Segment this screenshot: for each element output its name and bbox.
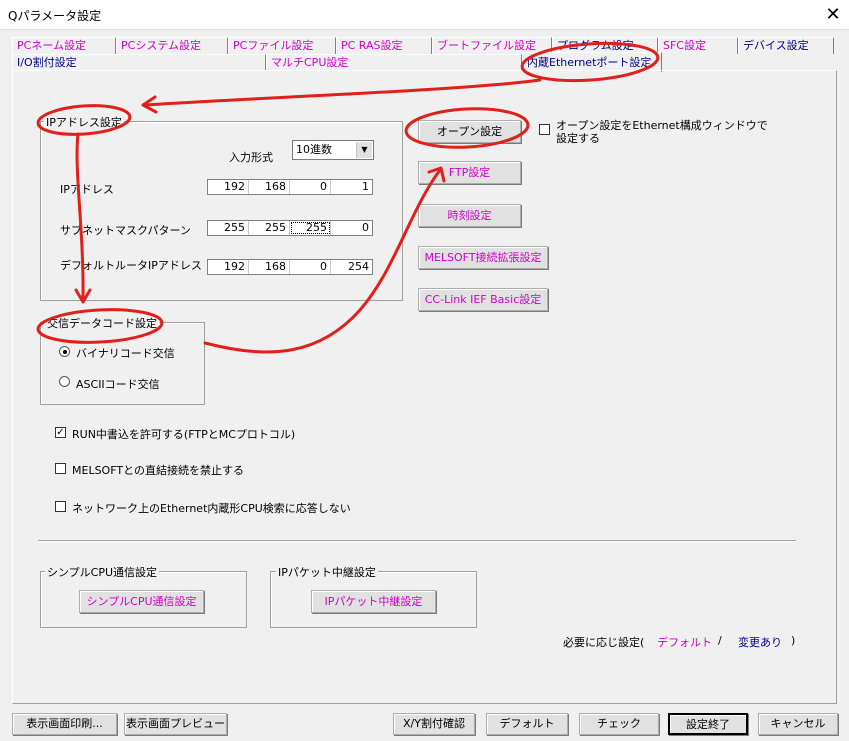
tab-label: ブートファイル設定 <box>437 39 536 52</box>
run-write-checkbox[interactable]: ✓ <box>55 427 66 438</box>
no-search-response-checkbox[interactable] <box>55 501 66 512</box>
subnet-octet[interactable]: 255 <box>249 221 290 235</box>
ftp-settings-button[interactable]: FTP設定 <box>418 161 521 184</box>
melsoft-direct-checkbox[interactable] <box>55 463 66 474</box>
tab-label: マルチCPU設定 <box>271 56 349 69</box>
legend-prefix: 必要に応じ設定( <box>563 636 645 649</box>
melsoft-extension-button[interactable]: MELSOFT接続拡張設定 <box>418 246 548 269</box>
close-icon[interactable]: ✕ <box>818 2 848 28</box>
divider <box>38 540 796 542</box>
tab-label: PCシステム設定 <box>121 39 201 52</box>
tab-label: プログラム設定 <box>557 39 634 52</box>
open-settings-button[interactable]: オープン設定 <box>418 120 521 143</box>
ascii-radio-label[interactable]: ASCIIコード交信 <box>76 376 160 392</box>
input-format-select[interactable]: 10進数 ▼ <box>292 140 374 160</box>
tab-label: デバイス設定 <box>743 39 809 52</box>
cclink-ief-basic-button[interactable]: CC-Link IEF Basic設定 <box>418 288 548 311</box>
simple-cpu-group-title: シンプルCPU通信設定 <box>45 564 160 580</box>
subnet-octet[interactable]: 255 <box>208 221 249 235</box>
tab-pc-name[interactable]: PCネーム設定 <box>12 37 116 54</box>
legend-changed: 変更あり <box>738 636 782 649</box>
ip-address-label: IPアドレス <box>60 183 114 196</box>
input-format-value: 10進数 <box>296 143 332 156</box>
input-format-label: 入力形式 <box>229 151 273 164</box>
ip-octet[interactable]: 192 <box>208 180 249 194</box>
subnet-octet[interactable]: 255 <box>290 221 331 235</box>
tab-label: PCネーム設定 <box>17 39 86 52</box>
open-in-ethernet-label-line2: 設定する <box>556 132 600 145</box>
window-title: Qパラメータ設定 <box>8 9 102 23</box>
subnet-octet[interactable]: 0 <box>331 221 372 235</box>
gateway-octet[interactable]: 192 <box>208 260 249 274</box>
tab-multi-cpu[interactable]: マルチCPU設定 <box>266 54 522 71</box>
cancel-button[interactable]: キャンセル <box>758 713 838 735</box>
preview-button[interactable]: 表示画面プレビュー <box>124 713 227 735</box>
title-bar: Qパラメータ設定 ✕ <box>0 0 849 30</box>
xy-check-button[interactable]: X/Y割付確認 <box>393 713 475 735</box>
legend-suffix: ) <box>791 634 796 647</box>
run-write-label[interactable]: RUN中書込を許可する(FTPとMCプロトコル) <box>72 426 295 442</box>
tab-device[interactable]: デバイス設定 <box>738 37 834 54</box>
gateway-field[interactable]: 192 168 0 254 <box>207 259 373 275</box>
chevron-down-icon[interactable]: ▼ <box>356 142 372 158</box>
gateway-label: デフォルトルータIPアドレス <box>60 259 202 272</box>
open-in-ethernet-label: オープン設定をEthernet構成ウィンドウで 設定する <box>556 119 768 145</box>
melsoft-direct-label[interactable]: MELSOFTとの直結接続を禁止する <box>72 462 244 478</box>
tab-label: I/O割付設定 <box>17 56 77 69</box>
tab-pc-ras[interactable]: PC RAS設定 <box>336 37 432 54</box>
tab-label: PC RAS設定 <box>341 39 403 52</box>
subnet-label: サブネットマスクパターン <box>60 224 191 237</box>
tab-label: SFC設定 <box>663 39 706 52</box>
subnet-mask-field[interactable]: 255 255 255 0 <box>207 220 373 236</box>
tab-pc-file[interactable]: PCファイル設定 <box>228 37 336 54</box>
tab-sfc[interactable]: SFC設定 <box>658 37 738 54</box>
open-in-ethernet-checkbox[interactable] <box>539 124 550 135</box>
ip-octet[interactable]: 0 <box>290 180 331 194</box>
ip-packet-button[interactable]: IPパケット中継設定 <box>311 590 436 613</box>
ip-octet[interactable]: 168 <box>249 180 290 194</box>
ip-octet[interactable]: 1 <box>331 180 372 194</box>
print-button[interactable]: 表示画面印刷... <box>12 713 117 735</box>
finish-settings-button[interactable]: 設定終了 <box>668 713 748 735</box>
legend-separator: / <box>718 634 722 647</box>
comm-code-group <box>40 322 205 405</box>
gateway-octet[interactable]: 0 <box>290 260 331 274</box>
gateway-octet[interactable]: 168 <box>249 260 290 274</box>
ip-packet-group-title: IPパケット中継設定 <box>276 564 378 580</box>
tab-label: 内蔵Ethernetポート設定 <box>527 56 652 69</box>
no-search-response-label[interactable]: ネットワーク上のEthernet内蔵形CPU検索に応答しない <box>72 500 351 516</box>
tab-io-assignment[interactable]: I/O割付設定 <box>12 54 266 71</box>
ascii-radio[interactable] <box>59 376 70 387</box>
ip-address-field[interactable]: 192 168 0 1 <box>207 179 373 195</box>
open-in-ethernet-label-line1: オープン設定をEthernet構成ウィンドウで <box>556 119 768 132</box>
tab-pc-system[interactable]: PCシステム設定 <box>116 37 228 54</box>
ip-group-title: IPアドレス設定 <box>44 114 124 130</box>
tab-builtin-ethernet[interactable]: 内蔵Ethernetポート設定 <box>522 52 662 72</box>
tab-label: PCファイル設定 <box>233 39 314 52</box>
default-button[interactable]: デフォルト <box>486 713 568 735</box>
check-button[interactable]: チェック <box>579 713 659 735</box>
binary-radio[interactable] <box>59 346 70 357</box>
binary-radio-label[interactable]: バイナリコード交信 <box>76 345 175 361</box>
time-settings-button[interactable]: 時刻設定 <box>418 204 521 227</box>
comm-code-group-title: 交信データコード設定 <box>45 315 159 331</box>
gateway-octet[interactable]: 254 <box>331 260 372 274</box>
legend-default: デフォルト <box>657 636 712 649</box>
simple-cpu-button[interactable]: シンプルCPU通信設定 <box>79 590 204 613</box>
